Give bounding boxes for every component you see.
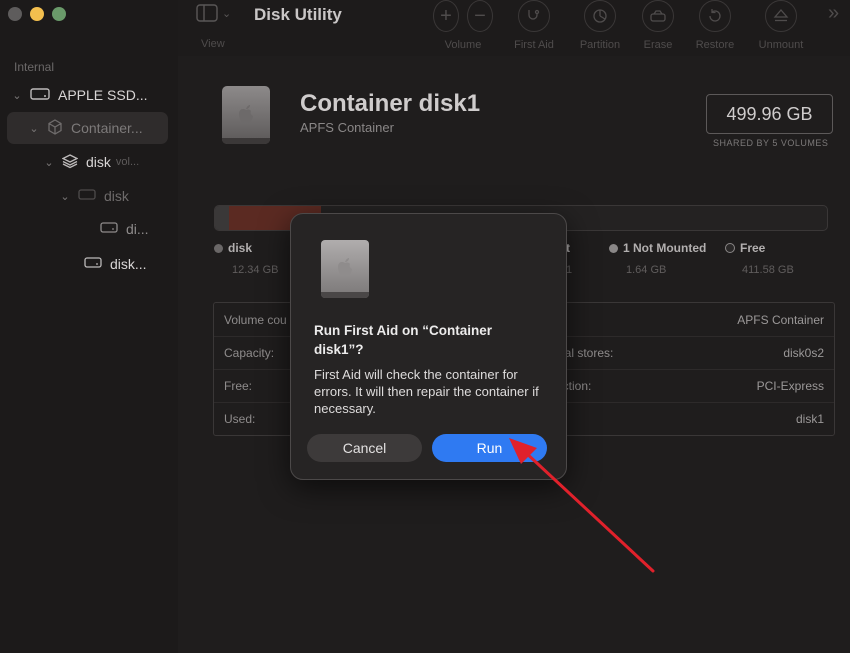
legend-swatch (609, 243, 618, 253)
volume-icon (84, 256, 102, 272)
sidebar-item-label: APPLE SSD... (58, 87, 148, 103)
capacity-badge: 499.96 GB (706, 94, 833, 134)
dialog-title: Run First Aid on “Container disk1”? (314, 323, 492, 357)
legend-size-free: 411.58 GB (742, 264, 794, 276)
app-title: Disk Utility (254, 5, 342, 24)
chevron-down-icon: ⌄ (222, 7, 232, 20)
sidebar-item-label: disk (104, 188, 129, 204)
sidebar: Internal ⌄ APPLE SSD... ⌄ Container... ⌄… (0, 0, 179, 653)
sidebar-item-snapshot[interactable]: di... (94, 218, 149, 240)
info-key: Volume cou (224, 313, 287, 327)
sidebar-item-label: di... (126, 221, 149, 237)
usage-segment-system (215, 206, 229, 230)
window-controls (8, 7, 66, 21)
toolbar: ⌄ View Disk Utility + − Volume First Aid… (178, 0, 850, 56)
view-label: View (201, 38, 225, 50)
legend-size-disk: 12.34 GB (232, 264, 279, 276)
legend-item-not-mounted: 1 Not Mounted (609, 241, 706, 255)
chevron-down-icon[interactable]: ⌄ (10, 89, 24, 102)
container-subtitle: APFS Container (300, 120, 394, 135)
info-key: Free: (224, 379, 253, 393)
more-tools-icon[interactable]: » (828, 2, 839, 25)
apple-logo-icon (336, 257, 354, 282)
legend-label: disk (228, 241, 253, 255)
restore-icon (699, 0, 731, 32)
container-title: Container disk1 (300, 90, 481, 117)
info-value: APFS Container (737, 313, 824, 327)
eject-icon (765, 0, 797, 32)
sidebar-item-apple-ssd[interactable]: ⌄ APPLE SSD... (10, 84, 170, 106)
sidebar-toggle-icon (196, 4, 218, 22)
legend-swatch (725, 243, 735, 253)
pie-chart-icon (584, 0, 616, 32)
sidebar-item-label: disk (86, 154, 111, 170)
sidebar-item-label: Container... (71, 120, 143, 136)
container-disk-icon (321, 240, 369, 298)
volume-icon (100, 221, 118, 237)
sidebar-item-disk-data[interactable]: disk... (78, 253, 147, 275)
volume-button[interactable]: + − Volume (433, 0, 493, 51)
partition-button[interactable]: Partition (575, 0, 625, 51)
chevron-down-icon[interactable]: ⌄ (42, 156, 56, 169)
info-value: PCI-Express (756, 379, 824, 393)
run-button[interactable]: Run (432, 434, 547, 462)
sidebar-item-label: disk... (110, 256, 147, 272)
internal-drive-icon (30, 87, 50, 104)
info-key: Capacity: (224, 346, 275, 360)
first-aid-dialog: Run First Aid on “Container disk1”? Firs… (290, 213, 567, 480)
chevron-down-icon[interactable]: ⌄ (58, 190, 72, 203)
apple-logo-icon (237, 104, 255, 129)
erase-button[interactable]: Erase (638, 0, 678, 51)
volume-icon (78, 188, 96, 204)
shared-volumes-label: SHARED BY 5 VOLUMES (713, 138, 829, 148)
legend-item-disk: disk (214, 241, 252, 255)
info-key: Used: (224, 412, 256, 426)
first-aid-label: First Aid (514, 39, 554, 51)
legend-label: Free (740, 241, 766, 255)
volume-label: Volume (444, 39, 482, 51)
restore-label: Restore (695, 39, 735, 51)
partition-label: Partition (579, 39, 621, 51)
legend-item-free: Free (725, 241, 765, 255)
minus-icon[interactable]: − (467, 0, 493, 32)
sidebar-item-container[interactable]: ⌄ Container... (7, 112, 168, 144)
legend-label: 1 Not Mounted (623, 241, 707, 255)
plus-icon[interactable]: + (433, 0, 459, 32)
sidebar-section-internal: Internal (14, 60, 55, 74)
restore-button[interactable]: Restore (692, 0, 738, 51)
stethoscope-icon (518, 0, 550, 32)
unmount-button[interactable]: Unmount (754, 0, 808, 51)
zoom-window-button[interactable] (52, 7, 66, 21)
erase-label: Erase (643, 39, 673, 51)
legend-swatch (214, 243, 223, 253)
sidebar-item-volume-group[interactable]: ⌄ disk vol... (42, 151, 139, 173)
unmount-label: Unmount (758, 39, 804, 51)
sidebar-item-disk-dim[interactable]: ⌄ disk (58, 185, 129, 207)
info-value: disk0s2 (783, 346, 824, 360)
container-disk-icon (222, 86, 270, 144)
dialog-message: First Aid will check the container for e… (314, 367, 539, 416)
minimize-window-button[interactable] (30, 7, 44, 21)
legend-size-not-mounted: 1.64 GB (626, 264, 667, 276)
sidebar-item-sublabel: vol... (115, 156, 140, 168)
cancel-button[interactable]: Cancel (307, 434, 422, 462)
container-icon (47, 118, 63, 138)
close-window-button[interactable] (8, 7, 22, 21)
info-value: disk1 (795, 412, 824, 426)
layers-icon (61, 153, 79, 172)
first-aid-button[interactable]: First Aid (508, 0, 560, 51)
chevron-down-icon[interactable]: ⌄ (27, 122, 41, 135)
eraser-icon (642, 0, 674, 32)
view-button[interactable]: ⌄ (196, 4, 231, 22)
